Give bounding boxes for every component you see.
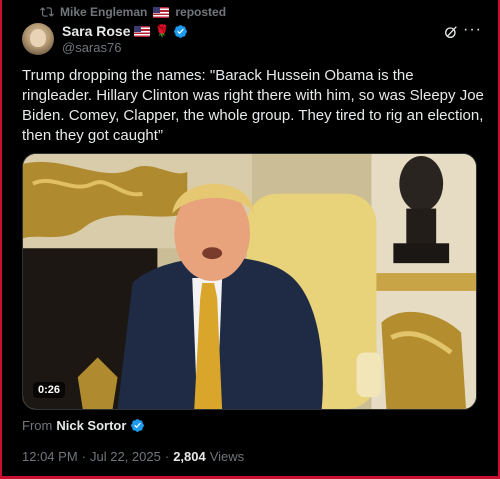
post-date[interactable]: Jul 22, 2025 <box>90 449 161 464</box>
source-prefix: From <box>22 418 53 433</box>
video-player[interactable] <box>22 153 477 410</box>
author-name-row[interactable]: Sara Rose 🌹 <box>62 23 188 39</box>
source-name[interactable]: Nick Sortor <box>56 418 126 433</box>
repost-header[interactable]: Mike Engleman reposted <box>40 5 226 19</box>
video-frame <box>23 154 476 409</box>
source-attribution[interactable]: From Nick Sortor <box>22 418 145 433</box>
avatar[interactable] <box>22 23 54 55</box>
post-text: Trump dropping the names: "Barack Hussei… <box>22 67 484 144</box>
repost-user[interactable]: Mike Engleman <box>60 5 147 19</box>
meta-separator: · <box>164 449 170 464</box>
views-count: 2,804 <box>173 449 206 464</box>
post-meta: 12:04 PM · Jul 22, 2025 · 2,804 Views <box>22 449 244 464</box>
verified-icon <box>174 24 188 38</box>
flag-icon <box>153 6 170 18</box>
author-name[interactable]: Sara Rose <box>62 23 130 39</box>
repost-icon <box>40 7 54 17</box>
video-duration: 0:26 <box>33 382 66 398</box>
post-time[interactable]: 12:04 PM <box>22 449 78 464</box>
more-icon[interactable]: ··· <box>463 22 481 40</box>
views-label: Views <box>209 449 245 464</box>
rose-icon: 🌹 <box>154 24 170 38</box>
meta-separator: · <box>81 449 86 464</box>
grok-icon[interactable] <box>443 24 459 40</box>
verified-icon <box>131 419 145 432</box>
flag-icon <box>134 25 151 37</box>
repost-label: reposted <box>175 5 227 19</box>
author-handle[interactable]: @saras76 <box>62 40 121 55</box>
